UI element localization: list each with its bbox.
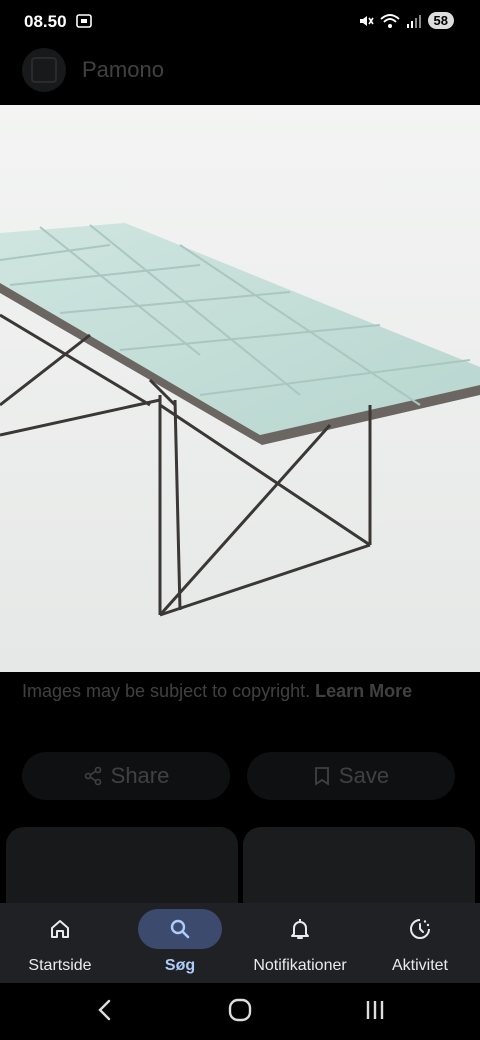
system-navigation [0, 983, 480, 1040]
bookmark-icon [315, 767, 329, 786]
status-time: 08.50 [24, 12, 67, 31]
copyright-text: Images may be subject to copyright. [22, 681, 316, 701]
home-button[interactable] [220, 995, 260, 1025]
screenshot-icon [76, 14, 92, 28]
share-button[interactable]: Share [22, 752, 230, 800]
copyright-caption: Images may be subject to copyright. Lear… [22, 678, 462, 705]
mute-icon [359, 15, 374, 26]
source-row[interactable]: Pamono [22, 48, 164, 92]
learn-more-link[interactable]: Learn More [315, 681, 412, 701]
signal-icon [406, 14, 421, 28]
nav-label: Aktivitet [391, 957, 448, 974]
source-name: Pamono [82, 57, 164, 82]
save-label: Save [338, 763, 390, 788]
home-circle-icon [228, 998, 252, 1022]
back-button[interactable] [85, 995, 125, 1025]
search-icon [170, 919, 190, 939]
recents-button[interactable] [355, 995, 395, 1025]
nav-item-soeg[interactable]: Søg [120, 903, 240, 983]
share-icon [84, 766, 101, 786]
save-button[interactable]: Save [247, 752, 455, 800]
battery-indicator: 58 [427, 12, 454, 29]
recents-icon [366, 1001, 384, 1019]
nav-item-aktivitet[interactable]: Aktivitet [360, 903, 480, 983]
nav-label: Søg [164, 957, 196, 974]
home-icon [51, 920, 69, 938]
source-logo [22, 48, 66, 92]
activity-icon [410, 919, 430, 939]
bottom-navigation: Startside Søg Notifikationer Aktivitet [0, 903, 480, 983]
wifi-icon [379, 13, 400, 28]
nav-item-notifikationer[interactable]: Notifikationer [240, 903, 360, 983]
glass-table-image [0, 105, 480, 672]
share-label: Share [110, 763, 170, 788]
nav-label: Startside [28, 957, 92, 974]
back-icon [98, 999, 111, 1021]
product-image[interactable] [0, 105, 480, 672]
nav-label: Notifikationer [253, 957, 347, 974]
status-bar: 08.50 58 [0, 0, 480, 44]
nav-item-startside[interactable]: Startside [0, 903, 120, 983]
bell-icon [291, 919, 309, 939]
